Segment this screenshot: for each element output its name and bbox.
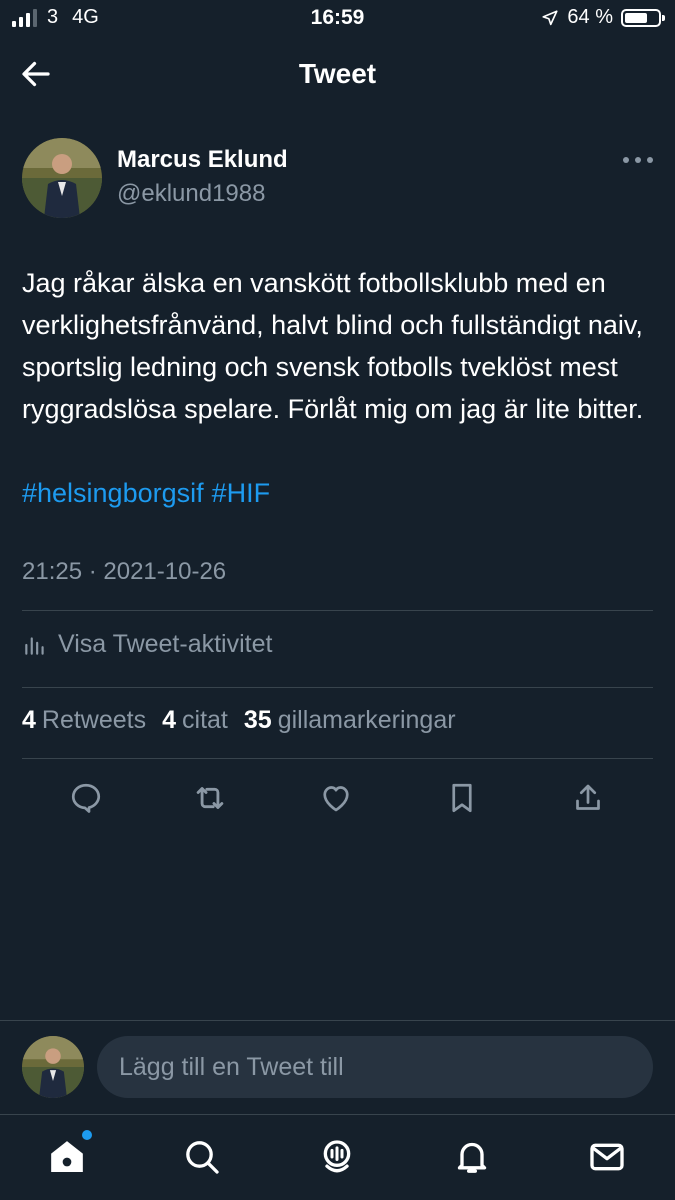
spaces-icon: [323, 1140, 351, 1173]
engagement-stats: 4 Retweets 4 citat 35 gillamarkeringar: [22, 706, 456, 735]
home-icon: [51, 1141, 83, 1172]
retweet-icon: [196, 787, 224, 809]
tweet-activity-link[interactable]: Visa Tweet-aktivitet: [22, 630, 272, 659]
tab-home[interactable]: [44, 1130, 92, 1180]
reply-input[interactable]: Lägg till en Tweet till: [97, 1036, 653, 1098]
divider: [22, 758, 653, 759]
quotes-count: 4: [162, 706, 177, 734]
likes-label: gillamarkeringar: [277, 706, 456, 734]
retweets-stat[interactable]: 4 Retweets: [22, 706, 146, 735]
divider: [22, 610, 653, 611]
likes-count: 35: [243, 706, 272, 734]
tab-messages[interactable]: [584, 1134, 630, 1180]
reply-placeholder: Lägg till en Tweet till: [119, 1053, 344, 1081]
bookmark-button[interactable]: [440, 776, 484, 820]
more-horizontal-icon: [623, 157, 653, 163]
hashtag-link[interactable]: #HIF: [212, 478, 271, 508]
bookmark-icon: [452, 783, 472, 813]
share-button[interactable]: [566, 776, 610, 820]
battery-percent: 64 %: [567, 6, 613, 28]
tweet-text: Jag råkar älska en vanskött fotbollsklub…: [22, 268, 644, 424]
analytics-icon: [25, 636, 44, 655]
bottom-tab-bar: [0, 1114, 675, 1200]
divider: [0, 1020, 675, 1021]
notification-dot: [82, 1130, 92, 1140]
quotes-stat[interactable]: 4 citat: [162, 706, 228, 735]
user-avatar[interactable]: [22, 1036, 84, 1098]
author-handle[interactable]: @eklund1988: [117, 180, 265, 208]
retweets-label: Retweets: [41, 706, 147, 734]
tweet-actions: [22, 776, 653, 822]
tweet-timestamp[interactable]: 21:25 · 2021-10-26: [22, 558, 226, 586]
retweet-button[interactable]: [188, 776, 232, 820]
hashtag-link[interactable]: #helsingborgsif: [22, 478, 204, 508]
reply-button[interactable]: [64, 776, 108, 820]
quotes-label: citat: [182, 706, 228, 734]
status-right: 64 %: [541, 6, 665, 29]
author-name[interactable]: Marcus Eklund: [117, 146, 288, 174]
top-app-bar: Tweet: [0, 38, 675, 114]
author-avatar[interactable]: [22, 138, 102, 218]
tab-notifications[interactable]: [449, 1134, 495, 1180]
bell-icon: [457, 1142, 487, 1173]
retweets-count: 4: [22, 706, 36, 734]
divider: [22, 687, 653, 688]
tab-spaces[interactable]: [314, 1134, 360, 1180]
avatar-photo: [22, 138, 102, 218]
heart-icon: [323, 786, 349, 812]
battery-icon: [621, 8, 665, 27]
share-icon: [576, 784, 600, 810]
location-arrow-icon: [542, 9, 558, 25]
hashtags: #helsingborgsif #HIF: [22, 472, 278, 514]
search-icon: [186, 1141, 219, 1174]
likes-stat[interactable]: 35 gillamarkeringar: [244, 706, 456, 735]
avatar-photo: [22, 1036, 84, 1098]
like-button[interactable]: [314, 776, 358, 820]
envelope-icon: [590, 1143, 624, 1171]
reply-icon: [71, 783, 101, 813]
status-bar: 3 4G 16:59 64 %: [0, 0, 675, 38]
more-options-button[interactable]: [618, 148, 658, 172]
activity-label: Visa Tweet-aktivitet: [58, 630, 273, 658]
page-title: Tweet: [298, 58, 377, 89]
tab-search[interactable]: [179, 1134, 225, 1180]
